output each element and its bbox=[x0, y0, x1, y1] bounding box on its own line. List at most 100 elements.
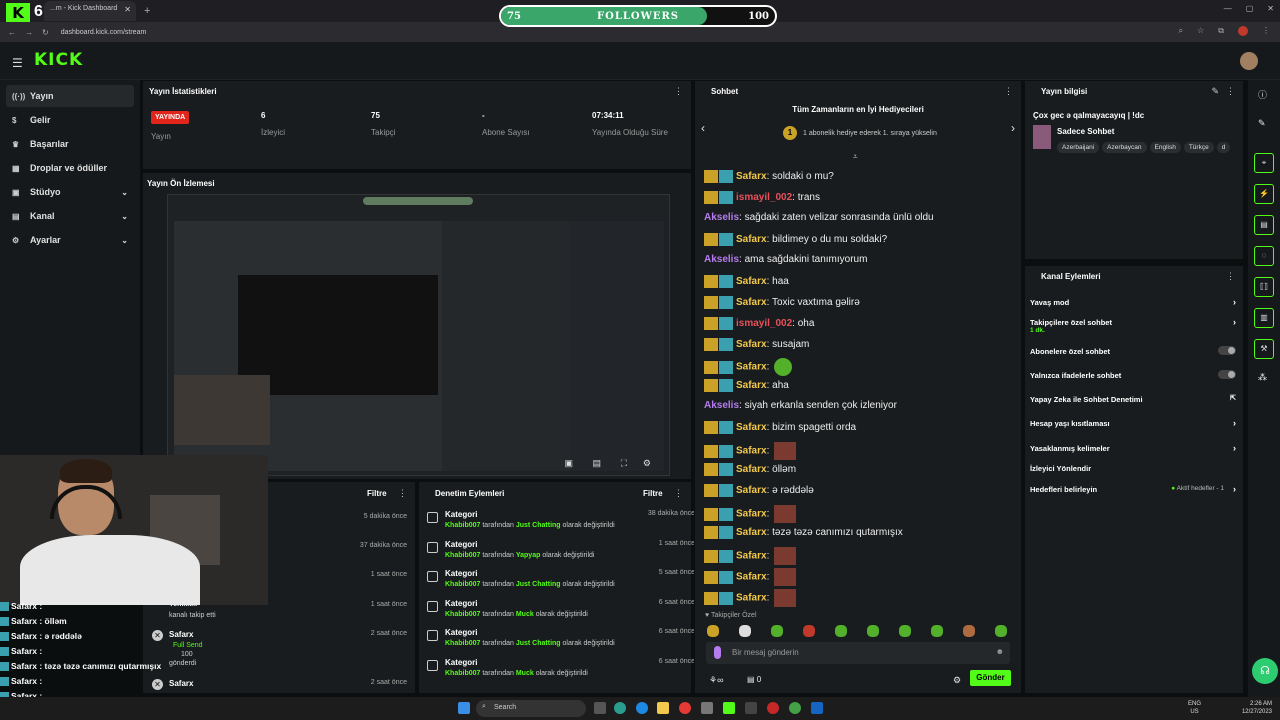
menu-dots-icon[interactable]: ⋮ bbox=[1004, 86, 1013, 97]
chat-username[interactable]: Safarx bbox=[736, 572, 767, 583]
emote-icon[interactable] bbox=[931, 625, 943, 637]
lightning-icon[interactable]: ⚡ bbox=[1254, 184, 1274, 204]
chat-username[interactable]: Safarx bbox=[736, 446, 767, 457]
channel-action-row[interactable]: İzleyici Yönlendir bbox=[1030, 464, 1240, 473]
maximize-icon[interactable]: ▢ bbox=[1246, 4, 1254, 13]
stream-tag[interactable]: Azerbaycan bbox=[1102, 142, 1147, 153]
bookmark-star-icon[interactable]: ☆ bbox=[1197, 26, 1204, 38]
menu-dots-icon[interactable]: ⋮ bbox=[1226, 86, 1235, 97]
send-button[interactable]: Gönder bbox=[970, 670, 1011, 686]
emote-icon[interactable] bbox=[771, 625, 783, 637]
chat-username[interactable]: Safarx bbox=[736, 297, 767, 308]
stream-preview-video[interactable]: ▣ ▤ ⛶ ⚙ bbox=[167, 194, 670, 476]
chat-username[interactable]: Safarx bbox=[736, 362, 767, 373]
stream-tag[interactable]: Azerbaijani bbox=[1057, 142, 1100, 153]
channel-action-row[interactable]: Yalnızca ifadelerle sohbet bbox=[1030, 370, 1240, 380]
server-icon[interactable]: ▥ bbox=[1254, 308, 1274, 328]
store-icon[interactable] bbox=[701, 702, 713, 714]
info-icon[interactable]: ⓘ bbox=[1258, 88, 1267, 101]
toggle-switch[interactable] bbox=[1218, 346, 1236, 355]
kick-logo[interactable]: KICK bbox=[34, 50, 83, 70]
chat-username[interactable]: Safarx bbox=[736, 380, 767, 391]
menu-dots-icon[interactable]: ⋮ bbox=[1262, 26, 1270, 38]
chat-username[interactable]: Akselis bbox=[704, 212, 739, 223]
chat-settings-gear-icon[interactable]: ⚙ bbox=[953, 675, 961, 686]
url-field[interactable]: dashboard.kick.com/stream bbox=[61, 29, 147, 36]
settings-gear-icon[interactable]: ⚙ bbox=[643, 458, 651, 469]
emote-icon[interactable] bbox=[867, 625, 879, 637]
emote-icon[interactable] bbox=[899, 625, 911, 637]
stream-tag[interactable]: Türkçe bbox=[1183, 142, 1214, 153]
language-indicator[interactable]: ENG US bbox=[1188, 700, 1201, 716]
sidebar-item-gelir[interactable]: $ Gelir bbox=[6, 109, 134, 131]
emoji-icon[interactable]: ☻ bbox=[996, 647, 1004, 656]
picture-in-picture-icon[interactable]: ▣ bbox=[564, 458, 573, 469]
profile-icon[interactable] bbox=[1238, 26, 1248, 38]
gift-count-icon[interactable]: ⚘∞ bbox=[709, 675, 723, 686]
task-view-icon[interactable] bbox=[594, 702, 606, 714]
chat-username[interactable]: Akselis bbox=[704, 400, 739, 411]
clipboard-icon[interactable]: ▤ bbox=[1254, 215, 1274, 235]
stream-tag[interactable]: English bbox=[1149, 142, 1181, 153]
chat-bubble-icon[interactable]: ◌ bbox=[1254, 246, 1274, 266]
channel-action-row[interactable]: Abonelere özel sohbet bbox=[1030, 346, 1240, 356]
chevron-left-icon[interactable]: ‹ bbox=[701, 121, 705, 135]
windows-start-icon[interactable] bbox=[458, 702, 470, 714]
wrench-icon[interactable]: ⚒ bbox=[1254, 339, 1274, 359]
chat-username[interactable]: Safarx bbox=[736, 339, 767, 350]
menu-dots-icon[interactable]: ⋮ bbox=[674, 86, 683, 97]
toggle-switch[interactable] bbox=[1218, 370, 1236, 379]
chat-username[interactable]: Safarx bbox=[736, 509, 767, 520]
steam-icon[interactable] bbox=[811, 702, 823, 714]
sidebar-item-basarilar[interactable]: ♛ Başarılar bbox=[6, 133, 134, 155]
chat-username[interactable]: Safarx bbox=[736, 464, 767, 475]
edge-icon[interactable] bbox=[636, 702, 648, 714]
sidebar-item-kanal[interactable]: ▤ Kanal ⌄ bbox=[6, 205, 134, 227]
channel-action-row[interactable]: Yavaş mod › bbox=[1030, 297, 1240, 307]
bracket-icon[interactable]: ⟦⟧ bbox=[1254, 277, 1274, 297]
emote-icon[interactable] bbox=[803, 625, 815, 637]
emote-icon[interactable] bbox=[707, 625, 719, 637]
browser-tab[interactable]: ...m - Kick Dashboard ✕ bbox=[44, 1, 136, 21]
chat-username[interactable]: ismayil_002 bbox=[736, 192, 792, 203]
chat-username[interactable]: Safarx bbox=[736, 234, 767, 245]
channel-action-row[interactable]: Hesap yaşı kısıtlaması › bbox=[1030, 418, 1240, 428]
filter-button[interactable]: Filtre bbox=[643, 489, 663, 498]
fullscreen-icon[interactable]: ⛶ bbox=[621, 458, 627, 469]
reload-icon[interactable]: ↻ bbox=[42, 28, 49, 37]
sidebar-item-droplar[interactable]: ▦ Droplar ve ödüller bbox=[6, 157, 134, 179]
chat-username[interactable]: Safarx bbox=[736, 551, 767, 562]
network-icon[interactable]: ⁂ bbox=[1258, 372, 1267, 383]
hamburger-menu-icon[interactable]: ☰ bbox=[12, 56, 23, 70]
chrome-icon[interactable] bbox=[614, 702, 626, 714]
menu-dots-icon[interactable]: ⋮ bbox=[1226, 271, 1235, 282]
emote-icon[interactable] bbox=[995, 625, 1007, 637]
edit-pencil-icon[interactable]: ✎ bbox=[1211, 86, 1219, 97]
sidebar-item-studyo[interactable]: ▣ Stüdyo ⌄ bbox=[6, 181, 134, 203]
chat-username[interactable]: Safarx bbox=[736, 171, 767, 182]
chat-username[interactable]: Safarx bbox=[736, 527, 767, 538]
chevron-right-icon[interactable]: › bbox=[1011, 121, 1015, 135]
app-icon[interactable] bbox=[745, 702, 757, 714]
chat-input[interactable]: Bir mesaj gönderin ☻ bbox=[706, 642, 1010, 664]
obs-icon[interactable] bbox=[767, 702, 779, 714]
forward-icon[interactable]: → bbox=[25, 28, 33, 37]
stream-tag[interactable]: d bbox=[1216, 142, 1231, 153]
edit-icon[interactable]: ✎ bbox=[1258, 118, 1266, 129]
menu-dots-icon[interactable]: ⋮ bbox=[398, 488, 407, 499]
zoom-icon[interactable]: ⌕ bbox=[1179, 26, 1183, 38]
file-explorer-icon[interactable] bbox=[657, 702, 669, 714]
taskbar-search[interactable]: ⌕ Search bbox=[476, 700, 586, 717]
chat-username[interactable]: ismayil_002 bbox=[736, 318, 792, 329]
close-window-icon[interactable]: ✕ bbox=[1267, 4, 1274, 13]
sidebar-item-yayin[interactable]: ((·)) Yayın bbox=[6, 85, 134, 107]
emote-icon[interactable] bbox=[739, 625, 751, 637]
sidebar-item-ayarlar[interactable]: ⚙ Ayarlar ⌄ bbox=[6, 229, 134, 251]
pinned-collapse-icon[interactable]: ⩡ bbox=[853, 152, 858, 162]
channel-action-row[interactable]: Hedefleri belirleyin ● Aktif hedefler - 1… bbox=[1030, 484, 1240, 494]
chrome-active-icon[interactable] bbox=[789, 702, 801, 714]
tool-button[interactable]: ⌖ bbox=[1254, 153, 1274, 173]
channel-action-row[interactable]: Takipçilere özel sohbet 1 dk. › bbox=[1030, 317, 1240, 334]
browser-icon[interactable] bbox=[679, 702, 691, 714]
emote-icon[interactable] bbox=[835, 625, 847, 637]
